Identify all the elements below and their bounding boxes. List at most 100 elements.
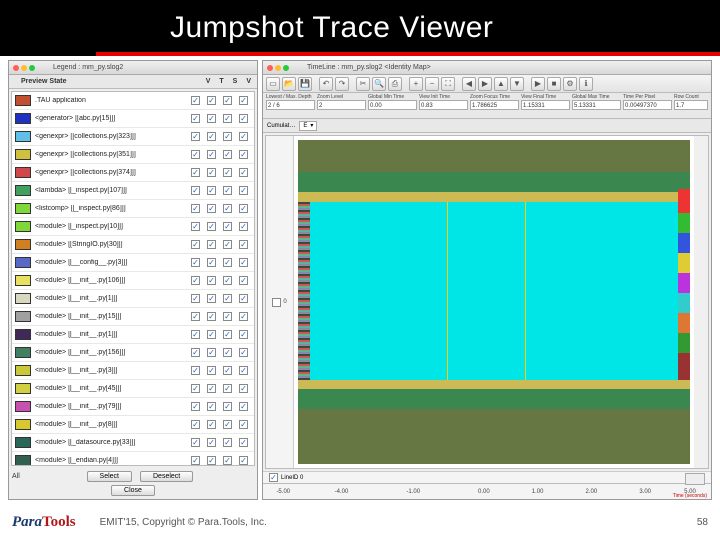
vertical-scrollbar[interactable] <box>694 136 708 468</box>
checkbox[interactable]: ✓ <box>207 348 216 357</box>
checkbox[interactable]: ✓ <box>207 330 216 339</box>
checkbox[interactable]: ✓ <box>207 456 216 465</box>
checkbox[interactable]: ✓ <box>239 402 248 411</box>
checkbox[interactable]: ✓ <box>239 132 248 141</box>
checkbox[interactable]: ✓ <box>207 366 216 375</box>
legend-row[interactable]: <module> [[__init__.py[1]]]✓✓✓✓ <box>12 290 254 308</box>
checkbox[interactable]: ✓ <box>239 294 248 303</box>
checkbox[interactable]: ✓ <box>207 186 216 195</box>
checkbox[interactable]: ✓ <box>191 456 200 465</box>
checkbox[interactable]: ✓ <box>239 384 248 393</box>
trace-marker-line[interactable] <box>447 202 448 380</box>
checkbox[interactable]: ✓ <box>191 438 200 447</box>
checkbox[interactable]: ✓ <box>191 204 200 213</box>
stat-value[interactable]: 0.00 <box>368 100 417 110</box>
checkbox[interactable]: ✓ <box>239 366 248 375</box>
gear-icon[interactable]: ⚙ <box>563 77 577 91</box>
row-checkbox[interactable]: ✓ <box>269 473 278 482</box>
legend-row[interactable]: <module> [[_endian.py[4]]]✓✓✓✓ <box>12 452 254 466</box>
play-icon[interactable]: ▶ <box>531 77 545 91</box>
stat-value[interactable]: 0.83 <box>419 100 468 110</box>
checkbox[interactable]: ✓ <box>191 294 200 303</box>
minimize-icon[interactable] <box>21 65 27 71</box>
save-icon[interactable]: 💾 <box>298 77 312 91</box>
checkbox[interactable]: ✓ <box>239 150 248 159</box>
left-icon[interactable]: ◀ <box>462 77 476 91</box>
checkbox[interactable]: ✓ <box>223 312 232 321</box>
checkbox[interactable]: ✓ <box>191 312 200 321</box>
search-icon[interactable]: 🔍 <box>372 77 386 91</box>
fit-icon[interactable]: ⛶ <box>441 77 455 91</box>
legend-row[interactable]: <listcomp> [[_inspect.py[86]]]✓✓✓✓ <box>12 200 254 218</box>
checkbox[interactable]: ✓ <box>191 330 200 339</box>
legend-col-header[interactable]: V <box>206 78 211 85</box>
checkbox[interactable]: ✓ <box>207 150 216 159</box>
checkbox[interactable]: ✓ <box>223 132 232 141</box>
stat-value[interactable]: 2 <box>317 100 366 110</box>
checkbox[interactable]: ✓ <box>223 402 232 411</box>
checkbox[interactable]: ✓ <box>223 276 232 285</box>
print-icon[interactable]: ⎙ <box>388 77 402 91</box>
checkbox[interactable]: ✓ <box>207 240 216 249</box>
legend-row[interactable]: <module> [[__init__.py[79]]]✓✓✓✓ <box>12 398 254 416</box>
stat-value[interactable]: 1.786625 <box>470 100 519 110</box>
checkbox[interactable]: ✓ <box>239 204 248 213</box>
checkbox[interactable]: ✓ <box>223 348 232 357</box>
checkbox[interactable]: ✓ <box>191 132 200 141</box>
zoom-in-icon[interactable]: + <box>409 77 423 91</box>
axis-zoom-icon[interactable] <box>685 473 705 485</box>
checkbox[interactable]: ✓ <box>207 438 216 447</box>
checkbox[interactable]: ✓ <box>239 312 248 321</box>
checkbox[interactable]: ✓ <box>191 366 200 375</box>
legend-titlebar[interactable]: Legend : mm_py.slog2 <box>9 61 257 75</box>
zoom-icon[interactable] <box>283 65 289 71</box>
checkbox[interactable]: ✓ <box>207 114 216 123</box>
checkbox[interactable]: ✓ <box>207 384 216 393</box>
checkbox[interactable]: ✓ <box>207 132 216 141</box>
down-icon[interactable]: ▼ <box>510 77 524 91</box>
checkbox[interactable]: ✓ <box>223 168 232 177</box>
checkbox[interactable]: ✓ <box>223 150 232 159</box>
checkbox[interactable]: ✓ <box>239 96 248 105</box>
legend-row[interactable]: <generator> [[abc.py[15]]]✓✓✓✓ <box>12 110 254 128</box>
checkbox[interactable]: ✓ <box>239 330 248 339</box>
row-checkbox[interactable] <box>272 298 281 307</box>
legend-col-header[interactable]: T <box>219 78 223 85</box>
timeline-titlebar[interactable]: TimeLine : mm_py.slog2 <Identity Map> <box>263 61 711 75</box>
checkbox[interactable]: ✓ <box>191 276 200 285</box>
stat-value[interactable]: 1.7 <box>674 100 708 110</box>
trace-canvas-wrap[interactable] <box>294 136 694 468</box>
legend-row[interactable]: <module> [[StringIO.py[30]]]✓✓✓✓ <box>12 236 254 254</box>
checkbox[interactable]: ✓ <box>207 420 216 429</box>
close-icon[interactable] <box>267 65 273 71</box>
legend-row[interactable]: .TAU application✓✓✓✓ <box>12 92 254 110</box>
checkbox[interactable]: ✓ <box>239 438 248 447</box>
stat-value[interactable]: 2 / 6 <box>266 100 315 110</box>
checkbox[interactable]: ✓ <box>191 114 200 123</box>
checkbox[interactable]: ✓ <box>207 258 216 267</box>
checkbox[interactable]: ✓ <box>207 222 216 231</box>
stat-value[interactable]: 1.15331 <box>521 100 570 110</box>
legend-row[interactable]: <module> [[__init__.py[3]]]✓✓✓✓ <box>12 362 254 380</box>
checkbox[interactable]: ✓ <box>191 402 200 411</box>
legend-row[interactable]: <genexpr> [[collections.py[351]]]✓✓✓✓ <box>12 146 254 164</box>
checkbox[interactable]: ✓ <box>239 420 248 429</box>
open-icon[interactable]: 📂 <box>282 77 296 91</box>
deselect-button[interactable]: Deselect <box>140 471 193 482</box>
checkbox[interactable]: ✓ <box>239 222 248 231</box>
checkbox[interactable]: ✓ <box>207 402 216 411</box>
close-button[interactable]: Close <box>111 485 155 496</box>
checkbox[interactable]: ✓ <box>223 114 232 123</box>
legend-row[interactable]: <genexpr> [[collections.py[323]]]✓✓✓✓ <box>12 128 254 146</box>
redo-icon[interactable]: ↷ <box>335 77 349 91</box>
legend-row[interactable]: <module> [[__init__.py[106]]]✓✓✓✓ <box>12 272 254 290</box>
checkbox[interactable]: ✓ <box>239 240 248 249</box>
legend-row[interactable]: <genexpr> [[collections.py[374]]]✓✓✓✓ <box>12 164 254 182</box>
checkbox[interactable]: ✓ <box>207 312 216 321</box>
checkbox[interactable]: ✓ <box>191 348 200 357</box>
checkbox[interactable]: ✓ <box>191 240 200 249</box>
checkbox[interactable]: ✓ <box>239 456 248 465</box>
checkbox[interactable]: ✓ <box>239 168 248 177</box>
checkbox[interactable]: ✓ <box>207 276 216 285</box>
checkbox[interactable]: ✓ <box>223 438 232 447</box>
